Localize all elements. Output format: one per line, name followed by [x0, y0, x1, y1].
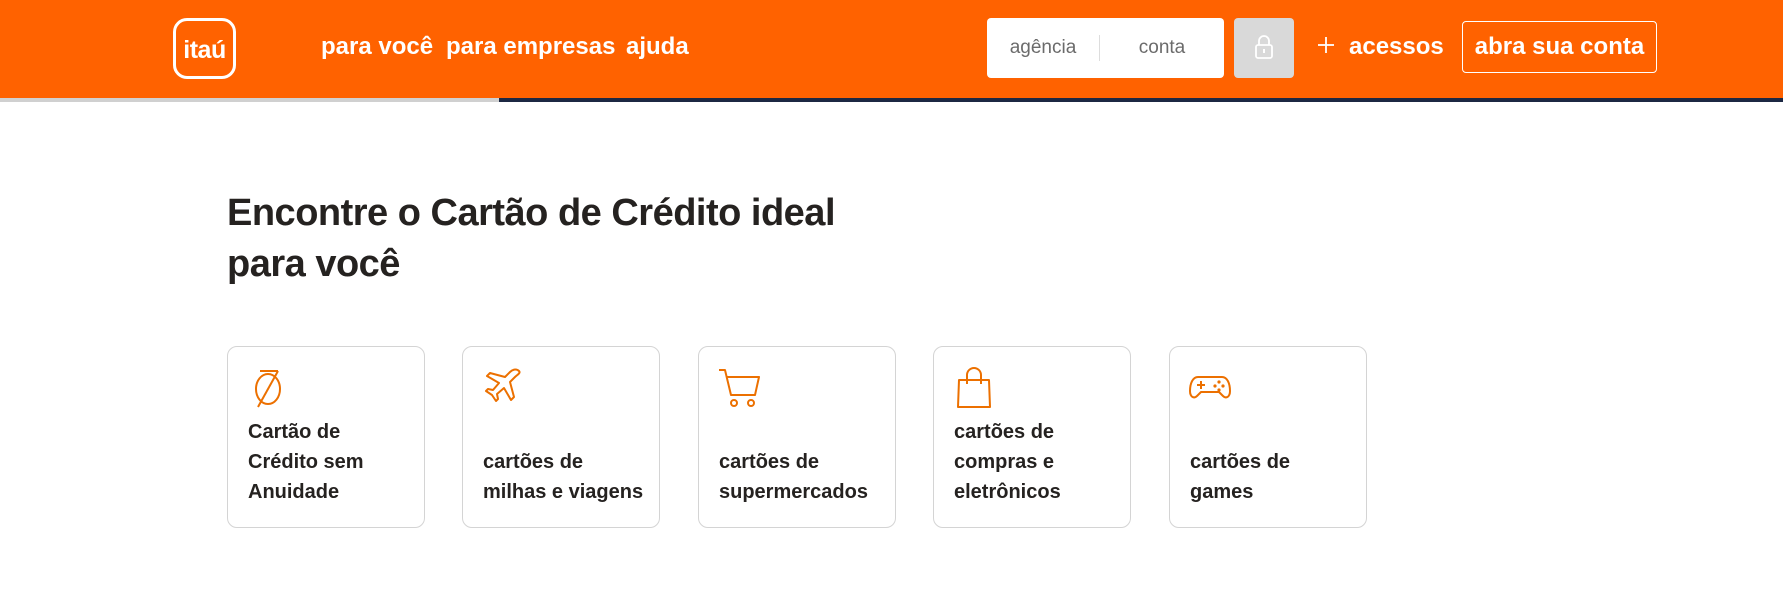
page-title-line: para você: [227, 243, 400, 285]
page-progress-fill: [0, 98, 500, 102]
card-label-line: Crédito sem: [248, 451, 364, 473]
plus-icon[interactable]: [1317, 36, 1335, 54]
page-title: Encontre o Cartão de Crédito ideal para …: [227, 188, 867, 290]
card-games[interactable]: cartões de games: [1169, 346, 1367, 528]
card-label: cartões de supermercados: [719, 447, 884, 507]
shopping-bag-icon: [957, 367, 991, 408]
nav-para-voce[interactable]: para você: [321, 33, 433, 61]
conta-input[interactable]: conta: [1100, 18, 1224, 78]
card-compras-eletronicos[interactable]: cartões de compras e eletrônicos: [933, 346, 1131, 528]
nav-para-empresas[interactable]: para empresas: [446, 33, 615, 61]
abra-sua-conta-button[interactable]: abra sua conta: [1462, 21, 1657, 73]
card-label-line: cartões de: [954, 421, 1055, 443]
agencia-input[interactable]: agência: [987, 18, 1099, 78]
card-label-line: milhas e viagens: [483, 481, 644, 503]
login-form: agência conta: [987, 18, 1224, 78]
card-label: cartões de milhas e viagens: [483, 447, 648, 507]
shopping-cart-icon: [719, 369, 760, 407]
logo-text: itaú: [183, 36, 226, 64]
card-label-line: cartões de: [719, 451, 820, 473]
gamepad-icon: [1189, 376, 1231, 399]
card-label-line: games: [1190, 481, 1254, 503]
card-sem-anuidade[interactable]: Cartão de Crédito sem Anuidade: [227, 346, 425, 528]
nav-ajuda[interactable]: ajuda: [626, 33, 689, 61]
itau-logo[interactable]: itaú: [173, 18, 236, 79]
page-title-line: Encontre o Cartão de Crédito ideal: [227, 192, 836, 234]
card-label-line: Anuidade: [248, 481, 340, 503]
airplane-icon: [485, 368, 521, 402]
top-header: itaú para você para empresas ajuda agênc…: [0, 0, 1783, 98]
card-label-line: cartões de: [1190, 451, 1291, 473]
card-milhas-viagens[interactable]: cartões de milhas e viagens: [462, 346, 660, 528]
no-annuity-icon: [255, 370, 281, 408]
card-label-line: supermercados: [719, 481, 868, 503]
card-label-line: cartões de: [483, 451, 584, 473]
card-label: cartões de games: [1190, 447, 1355, 507]
card-label-line: eletrônicos: [954, 481, 1061, 503]
card-supermercados[interactable]: cartões de supermercados: [698, 346, 896, 528]
card-label: Cartão de Crédito sem Anuidade: [248, 417, 413, 507]
page-progress-bar: [0, 98, 1783, 102]
login-submit-button[interactable]: [1234, 18, 1294, 78]
card-label-line: Cartão de: [248, 421, 341, 443]
card-label: cartões de compras e eletrônicos: [954, 417, 1119, 507]
lock-icon: [1255, 35, 1273, 59]
card-label-line: compras e: [954, 451, 1055, 473]
acessos-button[interactable]: acessos: [1349, 33, 1444, 61]
